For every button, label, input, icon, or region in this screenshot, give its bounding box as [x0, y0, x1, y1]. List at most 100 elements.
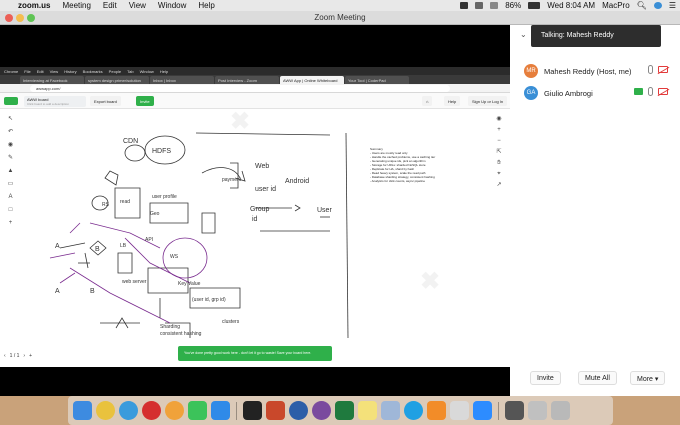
macos-dock: [68, 396, 613, 425]
microphone-icon[interactable]: [648, 87, 653, 96]
safari-icon[interactable]: [119, 401, 138, 420]
video-off-icon[interactable]: [658, 88, 668, 95]
shared-chrome-menubar: Chrome File Edit View History Bookmarks …: [0, 67, 510, 75]
undo-icon: ↶: [7, 129, 14, 135]
screenshot-icon[interactable]: [505, 401, 524, 420]
zoom-status-icon[interactable]: [460, 2, 469, 9]
clock[interactable]: Wed 8:04 AM: [547, 1, 595, 10]
shared-menu-item: History: [64, 68, 77, 74]
wifi-icon[interactable]: [490, 2, 499, 9]
window-title: Zoom Meeting: [314, 13, 366, 22]
shared-browser-tabs: Interviewing at Facebook system design p…: [0, 75, 510, 84]
center-icon: ⌖: [497, 171, 501, 177]
trash-icon[interactable]: [551, 401, 570, 420]
menu-app-name[interactable]: zoom.us: [18, 1, 50, 10]
search-icon[interactable]: 🔍︎: [637, 1, 647, 10]
participant-row[interactable]: MR Mahesh Reddy (Host, me): [524, 62, 674, 80]
menu-status-area: 86% Wed 8:04 AM MacPro 🔍︎ ☰: [460, 0, 676, 11]
hand-icon: ✋︎: [497, 160, 501, 166]
menu-meeting[interactable]: Meeting: [62, 1, 90, 10]
browser-tab: Post Interview - Zoom: [215, 76, 279, 84]
sketch-label: Geo: [150, 211, 160, 217]
chrome-icon[interactable]: [96, 401, 115, 420]
board-name-field: AWW board Click board to add a descripti…: [24, 96, 86, 107]
dock-separator: [498, 401, 499, 420]
menu-view[interactable]: View: [129, 1, 146, 10]
quicktime-icon[interactable]: [289, 401, 308, 420]
whiteboard-toolbar: AWW board Click board to add a descripti…: [0, 93, 510, 109]
sketch-label: B: [90, 288, 95, 295]
save-board-toast: You've done pretty good work here - don'…: [178, 346, 332, 361]
more-button[interactable]: More ▾: [630, 371, 666, 385]
sketch-label: Sharding: [160, 324, 180, 330]
tor-icon[interactable]: [312, 401, 331, 420]
shared-menu-item: Bookmarks: [82, 68, 103, 74]
avatar: GA: [524, 86, 538, 100]
terminal-icon[interactable]: [243, 401, 262, 420]
video-off-icon[interactable]: [658, 66, 668, 73]
siri-icon[interactable]: [653, 2, 662, 9]
skype-icon[interactable]: [404, 401, 423, 420]
opera-icon[interactable]: [142, 401, 161, 420]
sketch-label: read: [120, 199, 130, 205]
zoom-icon[interactable]: [473, 401, 492, 420]
participant-controls: [648, 65, 668, 74]
shared-menu-item: Edit: [36, 68, 44, 74]
macos-menu-bar: zoom.us Meeting Edit View Window Help 86…: [0, 0, 680, 11]
mute-all-button[interactable]: Mute All: [578, 371, 617, 385]
browser-tab: Interviewing at Facebook: [20, 76, 84, 84]
sketch-label: (user id, grp id): [192, 297, 226, 303]
fill-icon: ▲: [7, 168, 14, 174]
battery-icon[interactable]: [528, 2, 541, 9]
user-name[interactable]: MacPro: [602, 1, 630, 10]
sketch-label: Android: [285, 178, 309, 185]
dock-separator: [236, 401, 237, 420]
select-tool-icon: ↖: [7, 116, 14, 122]
sketch-label: B: [95, 246, 100, 253]
shared-menu-item: People: [108, 68, 122, 74]
powerpoint-icon[interactable]: [266, 401, 285, 420]
sketch-label: User: [317, 207, 332, 214]
battery-percent[interactable]: 86%: [505, 1, 521, 10]
shape-icon: ▭: [7, 181, 14, 187]
participant-name: Mahesh Reddy (Host, me): [544, 66, 632, 76]
network-icon[interactable]: [528, 401, 547, 420]
microphone-icon[interactable]: [648, 65, 653, 74]
sketch-label: CDN: [123, 138, 138, 145]
app-store-icon[interactable]: [211, 401, 230, 420]
chevron-down-icon: ▾: [654, 376, 659, 383]
sublime-icon[interactable]: [427, 401, 446, 420]
board-subtitle: Click board to add a description: [27, 102, 70, 106]
prev-page-icon: ‹: [4, 353, 6, 359]
palette-icon: ◉: [7, 142, 14, 148]
sketch-label: WS: [170, 254, 179, 260]
add-page-icon: +: [29, 353, 32, 359]
sketch-label: web server: [122, 279, 147, 285]
browser-tab-active: AWW App | Online Whiteboard: [280, 76, 344, 84]
sketch-label: LB: [120, 243, 127, 249]
laser-icon: ↗: [496, 182, 502, 188]
notification-center-icon[interactable]: ☰: [669, 1, 676, 10]
excel-icon[interactable]: [335, 401, 354, 420]
participant-name: Giulio Ambrogi: [544, 88, 593, 98]
sticky-note-icon: □: [8, 207, 13, 213]
invite-button[interactable]: Invite: [530, 371, 561, 385]
collapse-panel-icon[interactable]: ⌄: [520, 30, 527, 39]
add-icon: +: [8, 220, 13, 226]
textedit-icon[interactable]: [450, 401, 469, 420]
photos-icon[interactable]: [165, 401, 184, 420]
zoom-window: Zoom Meeting Chrome File Edit View Histo…: [0, 11, 680, 396]
menu-edit[interactable]: Edit: [103, 1, 117, 10]
menu-window[interactable]: Window: [158, 1, 186, 10]
notes-icon[interactable]: [358, 401, 377, 420]
shared-menu-item: Help: [159, 68, 169, 74]
sketch-label: clusters: [222, 319, 240, 325]
screen-share-icon[interactable]: [475, 2, 484, 9]
participants-panel: ⌄ Talking: Mahesh Reddy MR Mahesh Reddy …: [510, 25, 680, 396]
finder-icon[interactable]: [73, 401, 92, 420]
shared-menu-item: Window: [139, 68, 154, 74]
facetime-icon[interactable]: [188, 401, 207, 420]
menu-help[interactable]: Help: [198, 1, 214, 10]
preview-icon[interactable]: [381, 401, 400, 420]
participant-row[interactable]: GA Giulio Ambrogi: [524, 84, 674, 102]
